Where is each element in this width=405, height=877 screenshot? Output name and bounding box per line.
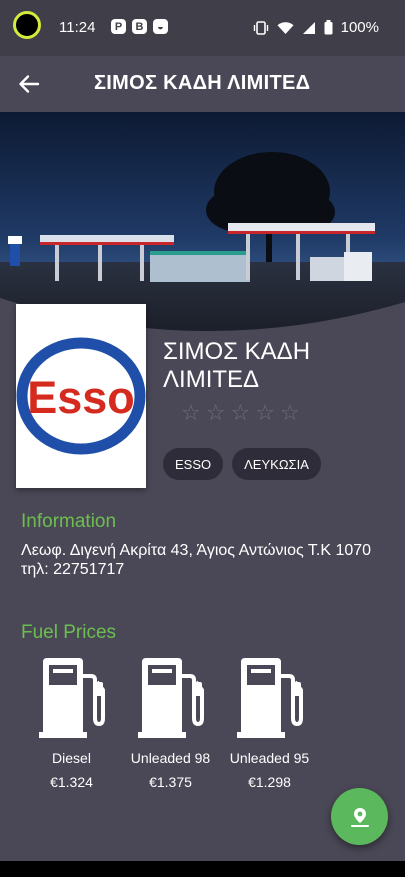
status-avatar-icon xyxy=(13,11,41,39)
app-bar: ΣΙΜΟΣ ΚΑΔΗ ΛΙΜΙΤΕΔ xyxy=(0,56,405,112)
rating-stars[interactable]: ☆ ☆ ☆ ☆ ☆ xyxy=(181,401,300,425)
city-chip[interactable]: ΛΕΥΚΩΣΙΑ xyxy=(232,448,321,480)
logo-text: Esso xyxy=(27,372,135,423)
battery-percent: 100% xyxy=(340,19,379,36)
notification-p-icon: P xyxy=(111,19,126,34)
fuel-item-diesel: Diesel €1.324 xyxy=(22,656,121,790)
status-system-icons: 100% xyxy=(253,19,379,36)
wifi-icon xyxy=(277,21,294,34)
fuel-prices-heading: Fuel Prices xyxy=(21,622,117,643)
fuel-pump-icon xyxy=(236,658,303,738)
signal-icon xyxy=(302,21,315,34)
brand-chip[interactable]: ESSO xyxy=(163,448,224,480)
fuel-price: €1.298 xyxy=(248,774,291,790)
system-nav-bar xyxy=(0,861,405,877)
star-outline-icon[interactable]: ☆ xyxy=(230,401,250,425)
notification-app-icon: ◒ xyxy=(153,19,168,34)
status-notification-icons: P B ◒ xyxy=(111,19,168,34)
map-location-button[interactable] xyxy=(331,788,388,845)
status-time: 11:24 xyxy=(59,19,96,36)
brand-logo: Esso xyxy=(16,304,146,488)
fuel-name: Unleaded 98 xyxy=(130,750,211,766)
station-tags: ESSO ΛΕΥΚΩΣΙΑ xyxy=(163,448,321,480)
star-outline-icon[interactable]: ☆ xyxy=(255,401,275,425)
fuel-price: €1.375 xyxy=(149,774,192,790)
fuel-price-list: Diesel €1.324 Unleaded 98 €1.375 Unleade… xyxy=(22,656,319,790)
notification-b-icon: B xyxy=(132,19,147,34)
page-title: ΣΙΜΟΣ ΚΑΔΗ ΛΙΜΙΤΕΔ xyxy=(94,72,311,94)
star-outline-icon[interactable]: ☆ xyxy=(181,401,201,425)
fuel-item-unleaded-98: Unleaded 98 €1.375 xyxy=(121,656,220,790)
station-name: ΣΙΜΟΣ ΚΑΔΗ ΛΙΜΙΤΕΔ xyxy=(163,338,311,393)
arrow-left-icon[interactable] xyxy=(14,69,44,99)
fuel-item-unleaded-95: Unleaded 95 €1.298 xyxy=(220,656,319,790)
fuel-price: €1.324 xyxy=(50,774,93,790)
fuel-name: Diesel xyxy=(52,750,91,766)
information-heading: Information xyxy=(21,511,117,532)
map-pin-icon xyxy=(350,807,369,827)
star-outline-icon[interactable]: ☆ xyxy=(206,401,226,425)
fuel-pump-icon xyxy=(38,658,105,738)
vibrate-icon xyxy=(253,20,268,35)
star-outline-icon[interactable]: ☆ xyxy=(280,401,300,425)
station-address: Λεωφ. Διγενή Ακρίτα 43, Άγιος Αντώνιος Τ… xyxy=(21,542,372,578)
status-bar: 11:24 P B ◒ 100% xyxy=(0,0,405,56)
battery-icon xyxy=(324,20,333,35)
fuel-pump-icon xyxy=(137,658,204,738)
fuel-name: Unleaded 95 xyxy=(229,750,310,766)
